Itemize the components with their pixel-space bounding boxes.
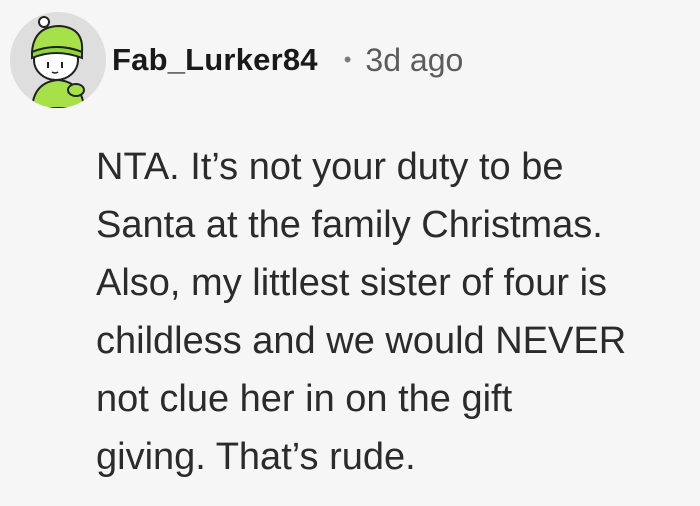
comment-timestamp[interactable]: 3d ago — [365, 42, 463, 79]
username-link[interactable]: Fab_Lurker84 — [112, 42, 318, 78]
comment-header: Fab_Lurker84 • 3d ago — [10, 12, 463, 108]
meta-separator: • — [343, 47, 352, 72]
comment-body: NTA. It’s not your duty to be Santa at t… — [96, 146, 627, 478]
comment-card: Fab_Lurker84 • 3d ago NTA. It’s not your… — [0, 0, 700, 506]
avatar-icon[interactable] — [10, 12, 106, 108]
avatar-illustration — [10, 12, 106, 108]
